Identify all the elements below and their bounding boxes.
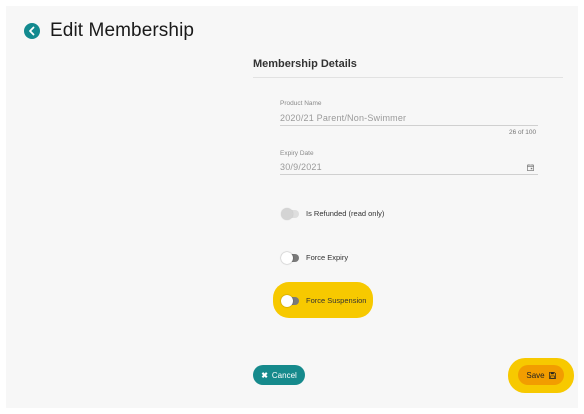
- force-suspension-toggle[interactable]: Force Suspension: [281, 294, 367, 307]
- section-title: Membership Details: [253, 58, 357, 70]
- toggle-knob: [281, 294, 293, 307]
- product-name-field[interactable]: 2020/21 Parent/Non-Swimmer: [280, 113, 406, 123]
- expiry-date-underline: [280, 174, 538, 175]
- product-name-counter: 26 of 100: [509, 129, 537, 136]
- close-icon: ✖: [261, 370, 268, 380]
- toggle-knob: [281, 207, 293, 220]
- is-refunded-toggle: Is Refunded (read only): [281, 207, 385, 220]
- page-title: Edit Membership: [50, 20, 195, 41]
- save-button[interactable]: Save: [518, 365, 564, 385]
- force-expiry-switch[interactable]: [281, 251, 299, 264]
- page-header: Edit Membership: [24, 18, 194, 44]
- product-name-label: Product Name: [280, 100, 322, 107]
- force-expiry-label: Force Expiry: [306, 253, 349, 262]
- toggle-knob: [281, 251, 293, 264]
- cancel-button-label: Cancel: [271, 370, 297, 380]
- back-arrow-circle-icon: [29, 26, 35, 36]
- floppy-disk-icon: [548, 371, 556, 379]
- expiry-date-field[interactable]: 30/9/2021: [280, 162, 322, 172]
- section-divider: [253, 77, 563, 78]
- is-refunded-label: Is Refunded (read only): [306, 209, 385, 218]
- force-suspension-switch[interactable]: [281, 294, 299, 307]
- force-suspension-label: Force Suspension: [306, 296, 367, 305]
- product-name-underline: [280, 125, 538, 126]
- is-refunded-switch: [281, 207, 299, 220]
- force-expiry-toggle[interactable]: Force Expiry: [281, 251, 349, 264]
- calendar-icon[interactable]: [527, 164, 534, 171]
- back-button[interactable]: [24, 23, 40, 39]
- expiry-date-label: Expiry Date: [280, 150, 314, 157]
- save-button-label: Save: [526, 370, 545, 380]
- cancel-button[interactable]: ✖ Cancel: [253, 365, 305, 385]
